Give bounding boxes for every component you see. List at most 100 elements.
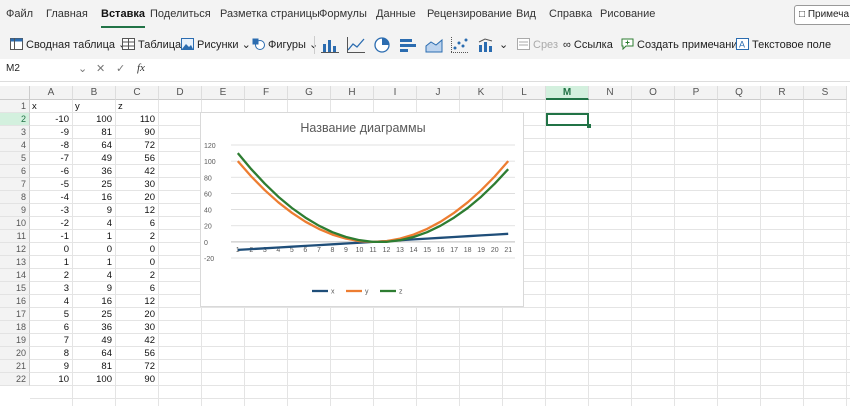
cell-a14[interactable]: 2 xyxy=(30,269,69,282)
cell-c20[interactable]: 56 xyxy=(116,347,155,360)
cell-c7[interactable]: 30 xyxy=(116,178,155,191)
tab-data[interactable]: Данные xyxy=(376,8,416,20)
cell-c10[interactable]: 6 xyxy=(116,217,155,230)
cell-c21[interactable]: 72 xyxy=(116,360,155,373)
cell-b9[interactable]: 9 xyxy=(73,204,112,217)
cell-b7[interactable]: 25 xyxy=(73,178,112,191)
row-header-1[interactable]: 1 xyxy=(0,100,30,113)
select-all-corner[interactable] xyxy=(0,86,30,100)
cell-b13[interactable]: 1 xyxy=(73,256,112,269)
confirm-icon[interactable]: ✓ xyxy=(116,62,125,75)
row-header-10[interactable]: 10 xyxy=(0,217,30,230)
new-comment-button[interactable]: Создать примечание xyxy=(621,37,744,53)
cell-a13[interactable]: 1 xyxy=(30,256,69,269)
cell-b1[interactable]: y xyxy=(75,100,80,113)
column-header-l[interactable]: L xyxy=(503,86,546,100)
cell-c17[interactable]: 20 xyxy=(116,308,155,321)
cell-b18[interactable]: 36 xyxy=(73,321,112,334)
function-icon[interactable]: fx xyxy=(137,62,145,74)
cell-c9[interactable]: 12 xyxy=(116,204,155,217)
row-header-20[interactable]: 20 xyxy=(0,347,30,360)
column-header-r[interactable]: R xyxy=(761,86,804,100)
more-charts-button[interactable]: ⌄ xyxy=(499,37,508,53)
cell-b11[interactable]: 1 xyxy=(73,230,112,243)
cell-c8[interactable]: 20 xyxy=(116,191,155,204)
cell-c5[interactable]: 56 xyxy=(116,152,155,165)
cell-c4[interactable]: 72 xyxy=(116,139,155,152)
cell-a9[interactable]: -3 xyxy=(30,204,69,217)
link-button[interactable]: ∞ Ссылка xyxy=(563,37,613,53)
cell-b17[interactable]: 25 xyxy=(73,308,112,321)
cell-b10[interactable]: 4 xyxy=(73,217,112,230)
row-header-7[interactable]: 7 xyxy=(0,178,30,191)
cell-b21[interactable]: 81 xyxy=(73,360,112,373)
row-header-19[interactable]: 19 xyxy=(0,334,30,347)
row-header-11[interactable]: 11 xyxy=(0,230,30,243)
row-header-22[interactable]: 22 xyxy=(0,373,30,386)
cell-c13[interactable]: 0 xyxy=(116,256,155,269)
row-header-21[interactable]: 21 xyxy=(0,360,30,373)
table-button[interactable]: Таблица xyxy=(122,37,181,53)
textbox-button[interactable]: A Текстовое поле xyxy=(736,37,831,53)
row-header-18[interactable]: 18 xyxy=(0,321,30,334)
cell-c12[interactable]: 0 xyxy=(116,243,155,256)
scatter-chart-icon[interactable] xyxy=(450,36,470,54)
cell-c19[interactable]: 42 xyxy=(116,334,155,347)
cell-a11[interactable]: -1 xyxy=(30,230,69,243)
cell-a15[interactable]: 3 xyxy=(30,282,69,295)
cell-b14[interactable]: 4 xyxy=(73,269,112,282)
slicer-button[interactable]: Срез xyxy=(517,37,558,53)
cell-a22[interactable]: 10 xyxy=(30,373,69,386)
tab-insert[interactable]: Вставка xyxy=(101,8,145,20)
shapes-button[interactable]: Фигуры ⌄ xyxy=(252,37,318,53)
tab-formulas[interactable]: Формулы xyxy=(319,8,367,20)
cell-a2[interactable]: -10 xyxy=(30,113,69,126)
tab-share[interactable]: Поделиться xyxy=(150,8,211,20)
pictures-button[interactable]: Рисунки ⌄ xyxy=(181,37,251,53)
cell-a12[interactable]: 0 xyxy=(30,243,69,256)
chart[interactable]: Название диаграммы -20 0 20 40 60 80 100 120 1 2 3 4… xyxy=(200,112,524,307)
cell-c6[interactable]: 42 xyxy=(116,165,155,178)
tab-page-layout[interactable]: Разметка страницы xyxy=(220,8,320,20)
row-header-12[interactable]: 12 xyxy=(0,243,30,256)
cell-c15[interactable]: 6 xyxy=(116,282,155,295)
row-header-14[interactable]: 14 xyxy=(0,269,30,282)
name-box[interactable]: M2 xyxy=(6,63,20,74)
line-chart-icon[interactable] xyxy=(346,36,366,54)
cell-a17[interactable]: 5 xyxy=(30,308,69,321)
cell-a16[interactable]: 4 xyxy=(30,295,69,308)
column-header-e[interactable]: E xyxy=(202,86,245,100)
chevron-down-icon[interactable]: ⌄ xyxy=(78,62,87,75)
cell-b15[interactable]: 9 xyxy=(73,282,112,295)
row-header-3[interactable]: 3 xyxy=(0,126,30,139)
column-header-g[interactable]: G xyxy=(288,86,331,100)
area-chart-icon[interactable] xyxy=(424,36,444,54)
row-header-5[interactable]: 5 xyxy=(0,152,30,165)
row-header-4[interactable]: 4 xyxy=(0,139,30,152)
cell-b5[interactable]: 49 xyxy=(73,152,112,165)
cell-c18[interactable]: 30 xyxy=(116,321,155,334)
column-header-o[interactable]: O xyxy=(632,86,675,100)
column-header-f[interactable]: F xyxy=(245,86,288,100)
tab-help[interactable]: Справка xyxy=(549,8,592,20)
row-header-15[interactable]: 15 xyxy=(0,282,30,295)
tab-file[interactable]: Файл xyxy=(6,8,33,20)
column-chart-icon[interactable] xyxy=(320,36,340,54)
cell-a7[interactable]: -5 xyxy=(30,178,69,191)
cell-b20[interactable]: 64 xyxy=(73,347,112,360)
column-header-i[interactable]: I xyxy=(374,86,417,100)
tab-review[interactable]: Рецензирование xyxy=(427,8,512,20)
column-header-j[interactable]: J xyxy=(417,86,460,100)
column-header-b[interactable]: B xyxy=(73,86,116,100)
cell-c14[interactable]: 2 xyxy=(116,269,155,282)
notes-button[interactable]: □ Примеча xyxy=(794,5,850,25)
cell-a4[interactable]: -8 xyxy=(30,139,69,152)
fill-handle[interactable] xyxy=(587,124,591,128)
cell-c3[interactable]: 90 xyxy=(116,126,155,139)
cancel-icon[interactable]: ✕ xyxy=(96,62,105,75)
column-header-q[interactable]: Q xyxy=(718,86,761,100)
cell-b19[interactable]: 49 xyxy=(73,334,112,347)
cell-b22[interactable]: 100 xyxy=(73,373,112,386)
cell-b4[interactable]: 64 xyxy=(73,139,112,152)
combo-chart-icon[interactable] xyxy=(476,36,496,54)
